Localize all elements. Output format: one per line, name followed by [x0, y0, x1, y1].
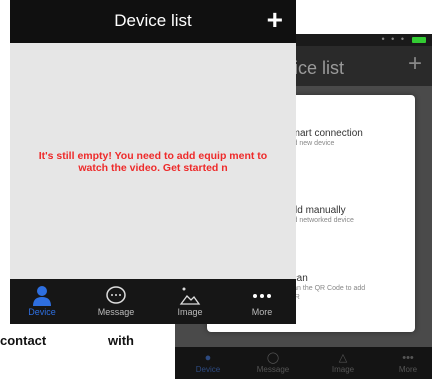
back-tab-device[interactable]: ● Device	[183, 351, 233, 374]
back-add-button[interactable]: +	[408, 52, 422, 76]
more-icon: •••	[402, 352, 414, 364]
back-tab-message[interactable]: ◯ Message	[248, 351, 298, 374]
menu-item-scan[interactable]: Scan Scan the QR Code to add NVR	[285, 273, 415, 302]
back-tab-more[interactable]: ••• More	[383, 351, 432, 374]
tab-device[interactable]: Device	[12, 285, 72, 317]
empty-state-message: It's still empty! You need to add equip …	[38, 150, 268, 174]
page-title: Device list	[114, 11, 192, 30]
menu-item-title: Add manually	[285, 205, 346, 216]
device-list-empty-area: It's still empty! You need to add equip …	[10, 43, 296, 279]
document-text: contact with	[0, 327, 175, 379]
image-icon: △	[338, 352, 348, 364]
person-icon: ●	[204, 352, 212, 364]
back-tab-image[interactable]: △ Image	[318, 351, 368, 374]
person-icon	[33, 286, 51, 306]
menu-item-subtitle: Add networked device	[285, 217, 354, 224]
menu-item-subtitle: Scan the QR Code to add NVR	[285, 285, 366, 301]
document-word: with	[108, 333, 134, 348]
add-device-button[interactable]: +	[267, 5, 283, 35]
tab-more[interactable]: More	[232, 285, 292, 317]
menu-item-add-manually[interactable]: Add manually Add networked device	[285, 205, 415, 225]
menu-item-smart-connection[interactable]: Smart connection Add new device	[285, 128, 415, 148]
device-list-screen: Device list + It's still empty! You need…	[10, 0, 296, 324]
message-icon: ◯	[266, 352, 280, 364]
menu-item-subtitle: Add new device	[285, 140, 335, 147]
document-word: contact	[0, 333, 47, 348]
message-icon	[106, 286, 126, 304]
menu-item-title: Smart connection	[285, 128, 363, 139]
back-tab-label: Device	[195, 365, 221, 374]
back-tab-label: Message	[256, 365, 290, 374]
signal-icon: • • •	[381, 34, 406, 44]
tab-label: More	[251, 307, 273, 317]
tab-label: Image	[177, 307, 203, 317]
more-icon	[253, 294, 271, 298]
tab-message[interactable]: Message	[86, 285, 146, 317]
back-tab-label: More	[398, 365, 418, 374]
image-icon	[179, 287, 201, 305]
tab-label: Message	[97, 307, 135, 317]
tab-image[interactable]: Image	[160, 285, 220, 317]
back-tab-bar: ● Device ◯ Message △ Image ••• More	[175, 347, 432, 379]
menu-item-title: Scan	[285, 273, 308, 284]
back-tab-label: Image	[331, 365, 355, 374]
header-bar: Device list +	[10, 0, 296, 43]
battery-icon	[412, 37, 426, 43]
bottom-tab-bar: Device Message Image More	[10, 279, 296, 324]
tab-label: Device	[28, 307, 56, 317]
